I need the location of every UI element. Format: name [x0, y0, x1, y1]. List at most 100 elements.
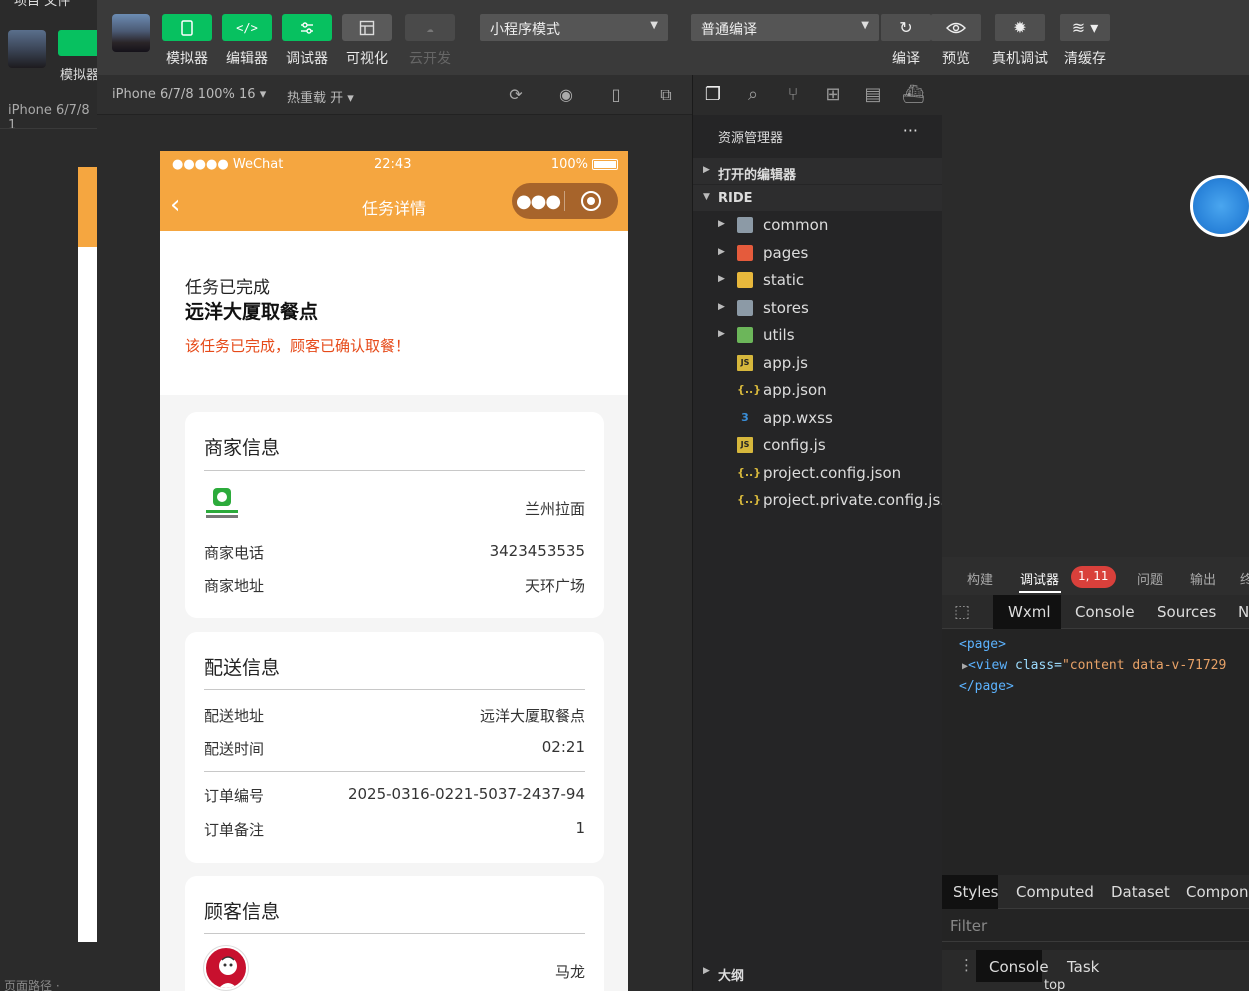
code-line[interactable]: <page> — [959, 637, 1006, 652]
debugger-toggle-button[interactable] — [282, 14, 332, 41]
tree-folder[interactable]: ▶ pages — [693, 240, 943, 267]
tree-folder[interactable]: ▶ common — [693, 212, 943, 239]
merchant-phone[interactable]: 3423453535 — [490, 542, 585, 560]
tree-folder[interactable]: ▶ stores — [693, 295, 943, 322]
git-branch-icon[interactable]: ⑂ — [782, 84, 804, 106]
code-line[interactable]: </page> — [959, 679, 1014, 694]
close-mini-program-button[interactable] — [565, 191, 617, 211]
floating-debug-icon[interactable] — [1190, 175, 1249, 237]
simulator-toggle-button[interactable] — [162, 14, 212, 41]
cloud-button[interactable]: ☁ — [405, 14, 455, 41]
menu-capsule: ●●● — [512, 183, 618, 219]
tree-item-label: stores — [763, 298, 809, 317]
editor-toggle-button[interactable]: </> — [222, 14, 272, 41]
chevron-right-icon: ▶ — [718, 219, 725, 229]
tab-wxml[interactable]: Wxml — [1008, 603, 1051, 621]
bug-icon: ✹ — [1013, 18, 1027, 37]
order-number-label: 订单编号 — [204, 787, 265, 805]
merchant-address: 天环广场 — [524, 577, 585, 595]
visualize-label: 可视化 — [346, 51, 388, 67]
mode-select[interactable]: 小程序模式 ▼ — [480, 14, 668, 41]
context-select[interactable]: top — [1044, 978, 1065, 991]
tab-drawer-console[interactable]: Console — [989, 958, 1049, 976]
tab-output[interactable]: 输出 — [1190, 569, 1216, 588]
compile-button[interactable]: ↻ — [881, 14, 931, 41]
search-icon[interactable]: ⌕ — [742, 84, 764, 106]
tab-debugger[interactable]: 调试器 — [1020, 569, 1059, 588]
folder-icon — [737, 244, 753, 261]
tree-item-label: app.json — [763, 381, 827, 399]
tab-task[interactable]: Task — [1067, 958, 1099, 976]
tree-file[interactable]: JS app.js — [693, 350, 943, 377]
toolbar: 模拟器 </> 编辑器 调试器 可视化 ☁ 云开发 小程序模式 ▼ 普通编译 ▼… — [97, 0, 1249, 75]
simulator-area: ●●●●● WeChat 22:43 100% ‹ 任务详情 ●●● 任务已完成… — [97, 115, 692, 991]
tree-folder[interactable]: ▶ static — [693, 267, 943, 294]
battery-indicator: 100% — [551, 157, 618, 172]
extensions-icon[interactable]: ⊞ — [822, 84, 844, 106]
phone-icon[interactable]: ▯ — [606, 85, 626, 105]
hot-reload-select[interactable]: 热重载 开 ▾ — [287, 87, 354, 106]
files-icon[interactable]: ❐ — [702, 84, 724, 106]
tab-terminal[interactable]: 终 — [1240, 569, 1249, 588]
window-icon[interactable]: ⧉ — [656, 85, 676, 105]
stop-icon[interactable]: ◉ — [556, 85, 576, 105]
tree-folder[interactable]: ▶ utils — [693, 322, 943, 349]
more-icon[interactable]: ··· — [903, 121, 918, 140]
eye-icon — [946, 22, 966, 33]
tab-sources[interactable]: Sources — [1157, 603, 1216, 621]
visualize-button[interactable] — [342, 14, 392, 41]
avatar-icon — [219, 956, 237, 988]
open-editors-section[interactable]: ▶ 打开的编辑器 — [693, 158, 943, 184]
tree-file[interactable]: {..} app.json — [693, 377, 943, 404]
preview-label: 预览 — [942, 51, 970, 67]
divider — [204, 771, 585, 772]
merchant-logo-icon — [204, 486, 240, 522]
tab-console[interactable]: Console — [1075, 603, 1135, 621]
styles-tabs: Styles Computed Dataset Compone — [942, 875, 1249, 909]
tab-dataset[interactable]: Dataset — [1111, 883, 1170, 901]
tab-network[interactable]: N — [1238, 603, 1249, 621]
background-menu: 项目 文件 — [14, 0, 71, 9]
cloud-label: 云开发 — [409, 51, 451, 67]
tree-file[interactable]: JS config.js — [693, 432, 943, 459]
compile-select[interactable]: 普通编译 ▼ — [691, 14, 879, 41]
preview-button[interactable] — [931, 14, 981, 41]
drawer-tabs: ⋮ Console Task — [942, 950, 1249, 982]
debugger-tabs: ⬚ Wxml Console Sources N — [942, 595, 1249, 629]
tree-item-label: utils — [763, 326, 795, 344]
tab-problems[interactable]: 问题 — [1137, 569, 1163, 588]
rotate-icon[interactable]: ⟳ — [506, 85, 526, 105]
tree-item-label: static — [763, 271, 805, 289]
order-number: 2025-0316-0221-5037-2437-94 — [347, 785, 585, 803]
more-icon[interactable]: ●●● — [512, 191, 564, 212]
tree-file[interactable]: {..} project.config.json — [693, 460, 943, 487]
battery-icon — [592, 159, 618, 170]
devtools-preview — [942, 75, 1249, 557]
storage-icon[interactable]: ▤ — [862, 84, 884, 106]
code-icon: </> — [236, 20, 258, 35]
device-select[interactable]: iPhone 6/7/8 100% 16 ▾ — [112, 87, 266, 102]
tree-file[interactable]: {..} project.private.config.js... — [693, 487, 955, 514]
background-simulator-button[interactable] — [58, 30, 100, 56]
explorer-icon-bar: ❐ ⌕ ⑂ ⊞ ▤ ⛴ — [693, 75, 943, 115]
simulator-label: 模拟器 — [166, 51, 208, 67]
real-debug-button[interactable]: ✹ — [995, 14, 1045, 41]
target-icon — [581, 191, 601, 211]
project-section[interactable]: ▼ RIDE — [693, 185, 943, 211]
outline-section[interactable]: ▶ 大纲 — [693, 959, 943, 985]
docker-icon[interactable]: ⛴ — [902, 84, 925, 106]
styles-filter-input[interactable]: Filter — [942, 910, 1249, 942]
code-line[interactable]: ▶<view class="content data-v-71729 — [962, 658, 1226, 673]
tab-computed[interactable]: Computed — [1016, 883, 1094, 901]
tab-styles[interactable]: Styles — [953, 883, 999, 901]
chevron-right-icon: ▶ — [718, 246, 725, 257]
user-avatar[interactable] — [112, 14, 150, 52]
tab-component[interactable]: Compone — [1186, 883, 1249, 901]
clear-cache-button[interactable]: ≋ ▾ — [1060, 14, 1110, 41]
tab-build[interactable]: 构建 — [967, 569, 993, 588]
inspect-icon[interactable]: ⬚ — [954, 602, 970, 622]
kebab-menu-icon[interactable]: ⋮ — [959, 956, 974, 974]
carrier-label: ●●●●● WeChat — [172, 157, 284, 172]
outline-label: 大纲 — [718, 969, 745, 984]
tree-file[interactable]: 3 app.wxss — [693, 405, 943, 432]
